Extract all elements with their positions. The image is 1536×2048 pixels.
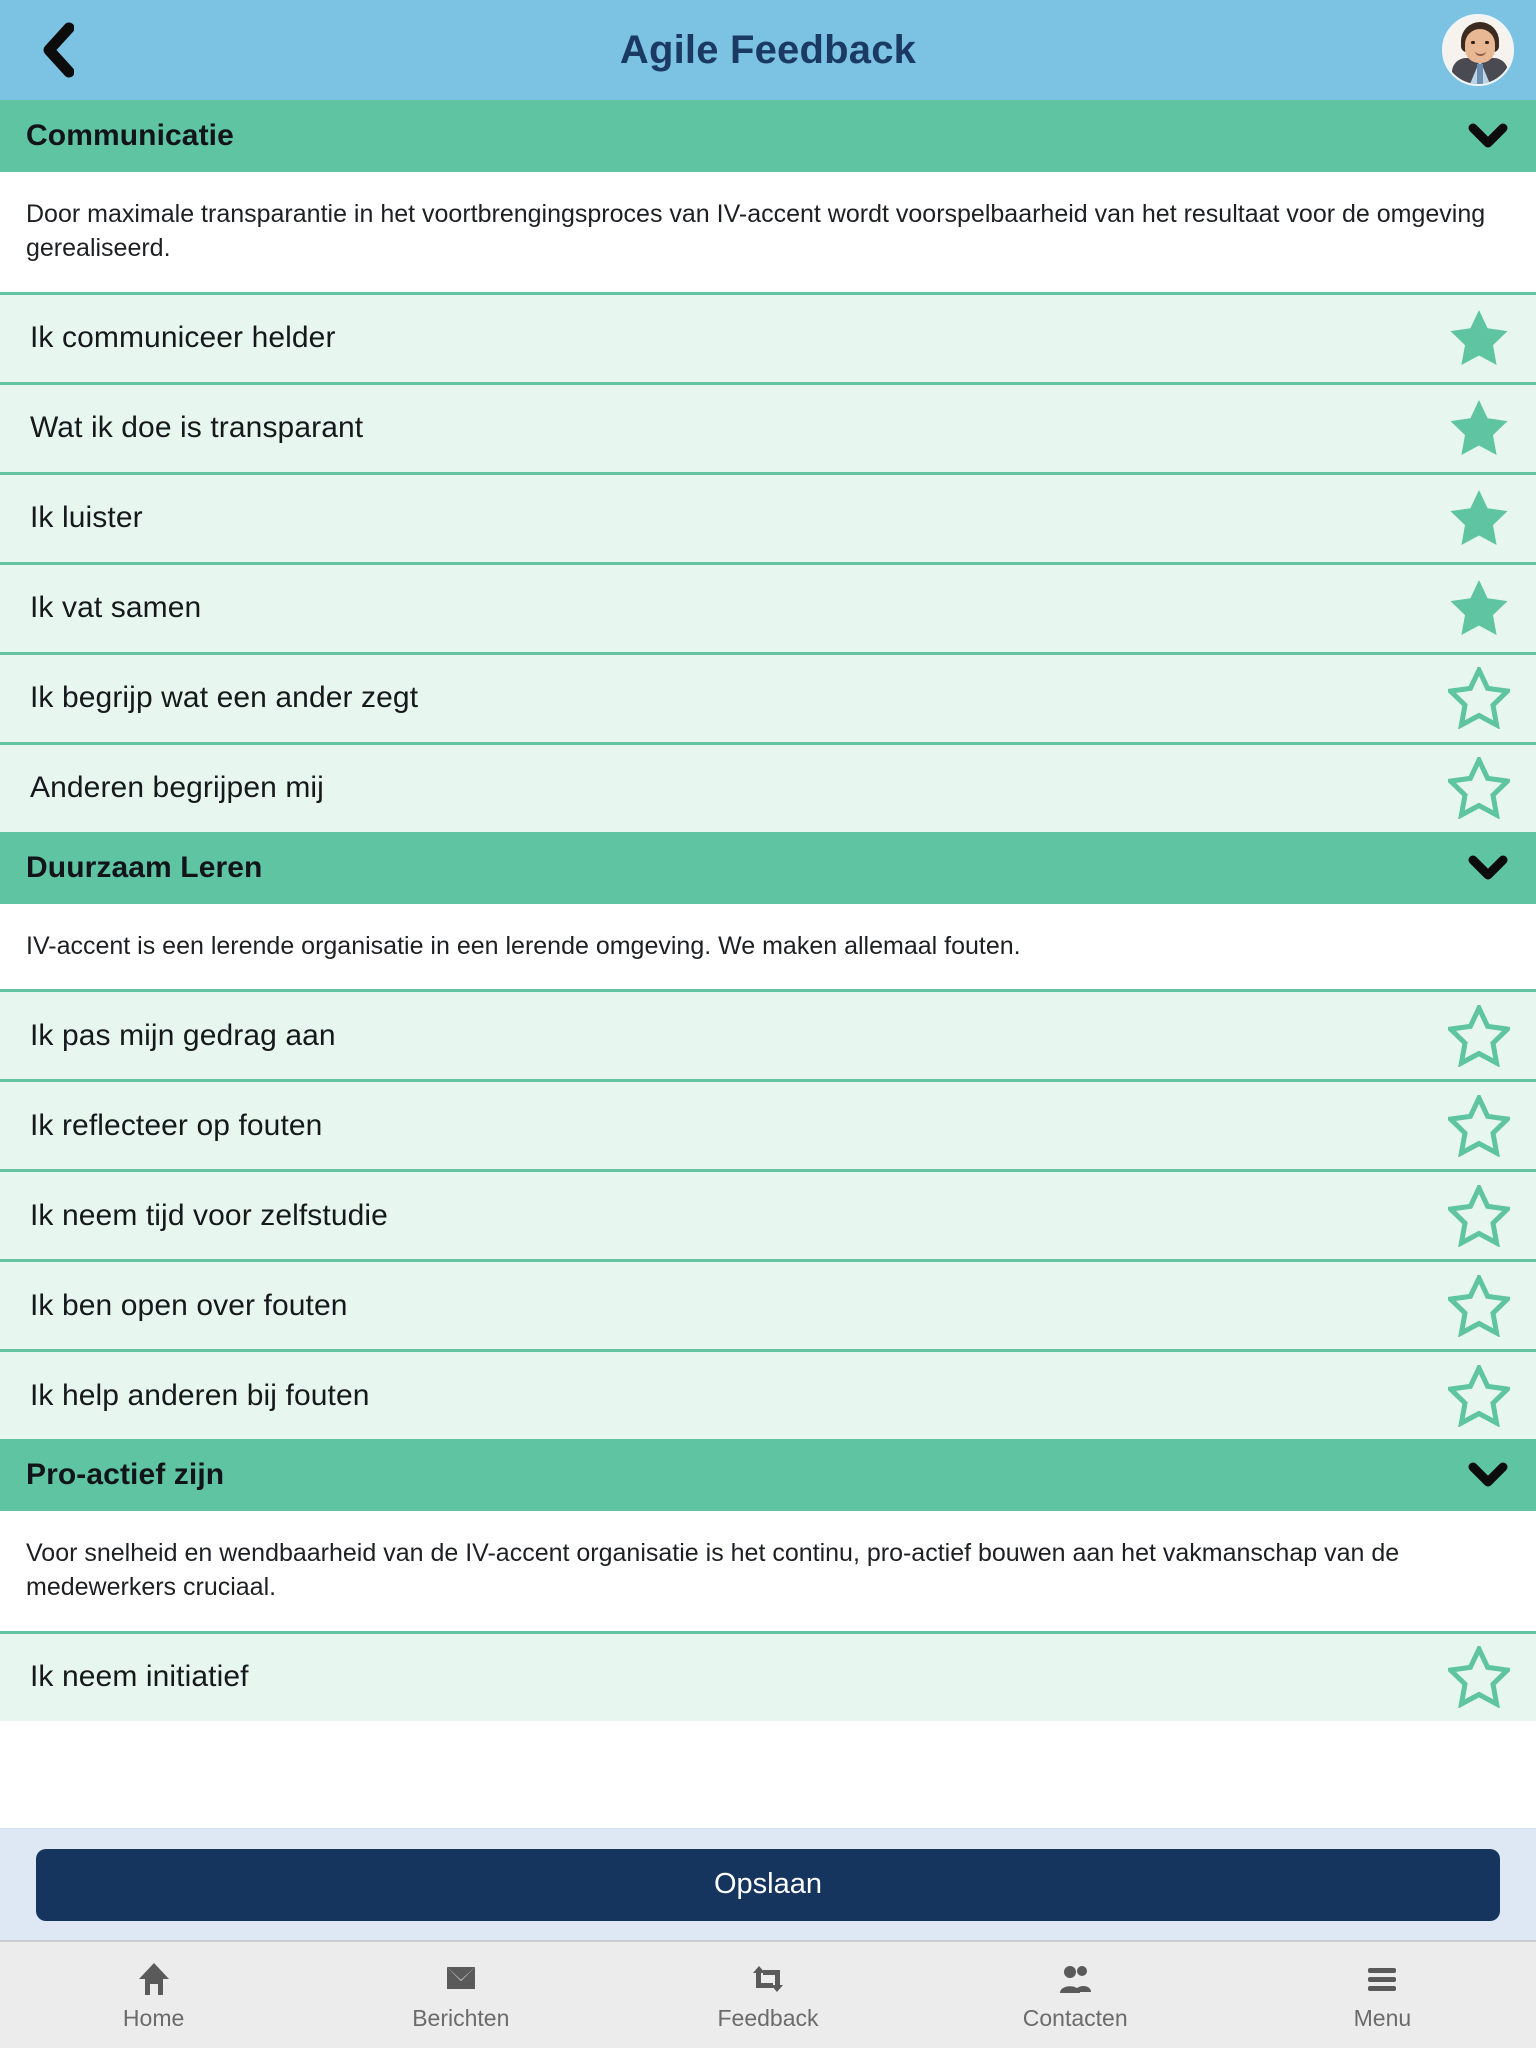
home-icon xyxy=(138,1962,169,1995)
feedback-item-row[interactable]: Ik help anderen bij fouten xyxy=(0,1349,1536,1440)
star-filled-icon xyxy=(1450,580,1508,635)
star-outline-icon xyxy=(1448,1184,1510,1247)
feedback-item-star-toggle[interactable] xyxy=(1448,1004,1510,1067)
feedback-item-label: Ik neem tijd voor zelfstudie xyxy=(30,1198,388,1232)
tab-feedback[interactable]: Feedback xyxy=(614,1942,921,2048)
star-outline-icon xyxy=(1448,757,1510,819)
chevron-down-icon xyxy=(1468,1462,1508,1487)
page-title: Agile Feedback xyxy=(619,27,917,72)
feedback-item-star-toggle[interactable] xyxy=(1448,577,1510,639)
chevron-down-icon xyxy=(1468,123,1508,148)
star-filled-icon xyxy=(1450,490,1508,545)
people-icon xyxy=(1060,1965,1092,1993)
feedback-item-label: Ik help anderen bij fouten xyxy=(30,1378,370,1412)
sections-scroll-area[interactable]: Communicatie Door maximale transparantie … xyxy=(0,100,1536,1828)
feedback-item-row[interactable]: Ik communiceer helder xyxy=(0,291,1536,382)
home-icon xyxy=(134,1959,174,1999)
avatar-eye-left xyxy=(1471,41,1475,44)
feedback-item-star-toggle[interactable] xyxy=(1448,1364,1510,1427)
chevron-down-icon xyxy=(1468,855,1508,879)
feedback-item-label: Ik vat samen xyxy=(30,591,202,624)
tab-label: Berichten xyxy=(412,2004,510,2031)
feedback-item-row[interactable]: Anderen begrijpen mij xyxy=(0,741,1536,832)
feedback-item-label: Ik neem initiatief xyxy=(30,1660,249,1694)
chevron-left-icon xyxy=(43,22,74,78)
bottom-tab-bar: Home Berichten Feedback Contacten Menu xyxy=(0,1940,1536,2048)
section-header[interactable]: Pro-actief zijn xyxy=(0,1439,1536,1512)
feedback-item-label: Ik reflecteer op fouten xyxy=(30,1108,323,1142)
avatar-tie xyxy=(1477,64,1483,84)
feedback-item-row[interactable]: Ik vat samen xyxy=(0,561,1536,652)
section-header[interactable]: Communicatie xyxy=(0,100,1536,172)
feedback-item-star-toggle[interactable] xyxy=(1448,307,1510,369)
star-outline-icon xyxy=(1448,1646,1510,1709)
feedback-item-row[interactable]: Ik begrijp wat een ander zegt xyxy=(0,651,1536,742)
feedback-item-row[interactable]: Ik luister xyxy=(0,471,1536,562)
section-toggle-chevron[interactable] xyxy=(1466,114,1510,158)
star-outline-icon xyxy=(1448,1364,1510,1427)
star-filled-icon xyxy=(1450,400,1508,455)
section-toggle-chevron[interactable] xyxy=(1466,1453,1510,1497)
section-title: Communicatie xyxy=(26,119,234,152)
feedback-item-label: Ik begrijp wat een ander zegt xyxy=(30,681,419,714)
retweet-icon xyxy=(753,1965,783,1992)
tab-label: Home xyxy=(122,2004,185,2031)
tab-label: Contacten xyxy=(1022,2004,1128,2031)
feedback-item-label: Ik ben open over fouten xyxy=(30,1288,348,1322)
section-title: Pro-actief zijn xyxy=(26,1458,225,1492)
feedback-item-star-toggle[interactable] xyxy=(1448,397,1510,459)
tab-berichten[interactable]: Berichten xyxy=(307,1942,614,2048)
feedback-item-row[interactable]: Ik pas mijn gedrag aan xyxy=(0,989,1536,1080)
star-outline-icon xyxy=(1448,1004,1510,1067)
tab-label: Feedback xyxy=(717,2004,819,2031)
feedback-item-row[interactable]: Ik neem tijd voor zelfstudie xyxy=(0,1169,1536,1260)
star-outline-icon xyxy=(1448,1094,1510,1157)
section-title: Duurzaam Leren xyxy=(26,850,263,884)
tab-menu[interactable]: Menu xyxy=(1229,1942,1536,2048)
tab-contacten[interactable]: Contacten xyxy=(922,1942,1229,2048)
feedback-item-star-toggle[interactable] xyxy=(1448,757,1510,819)
envelope-icon xyxy=(446,1966,475,1989)
save-button[interactable]: Opslaan xyxy=(36,1848,1500,1921)
feedback-item-star-toggle[interactable] xyxy=(1448,1646,1510,1709)
tab-home[interactable]: Home xyxy=(0,1942,307,2048)
section-description: Voor snelheid en wendbaarheid van de IV-… xyxy=(0,1511,1536,1631)
feedback-item-label: Ik pas mijn gedrag aan xyxy=(30,1018,336,1052)
section-header[interactable]: Duurzaam Leren xyxy=(0,831,1536,904)
feedback-item-label: Ik communiceer helder xyxy=(30,321,336,354)
star-outline-icon xyxy=(1448,1274,1510,1337)
feedback-item-label: Wat ik doe is transparant xyxy=(30,411,364,444)
app-header: Agile Feedback xyxy=(0,0,1536,100)
avatar-face xyxy=(1465,29,1495,63)
app-root: Agile Feedback Communicatie Door maximale… xyxy=(0,0,1536,2048)
feedback-item-label: Anderen begrijpen mij xyxy=(30,771,324,804)
section-description: IV-accent is een lerende organisatie in … xyxy=(0,903,1536,990)
feedback-item-label: Ik luister xyxy=(30,501,143,534)
hamburger-icon xyxy=(1362,1959,1402,1999)
feedback-item-star-toggle[interactable] xyxy=(1448,1184,1510,1247)
feedback-item-row[interactable]: Wat ik doe is transparant xyxy=(0,381,1536,472)
retweet-icon xyxy=(748,1959,788,1999)
tab-label: Menu xyxy=(1353,2004,1412,2031)
avatar[interactable] xyxy=(1442,14,1514,86)
star-outline-icon xyxy=(1448,667,1510,729)
envelope-icon xyxy=(441,1959,481,1999)
feedback-item-star-toggle[interactable] xyxy=(1448,487,1510,549)
star-filled-icon xyxy=(1450,310,1508,365)
feedback-item-star-toggle[interactable] xyxy=(1448,1274,1510,1337)
feedback-item-row[interactable]: Ik reflecteer op fouten xyxy=(0,1079,1536,1170)
section-toggle-chevron[interactable] xyxy=(1466,846,1510,890)
back-button[interactable] xyxy=(26,19,88,81)
feedback-item-row[interactable]: Ik ben open over fouten xyxy=(0,1259,1536,1350)
feedback-item-star-toggle[interactable] xyxy=(1448,1094,1510,1157)
hamburger-icon xyxy=(1368,1967,1397,1991)
feedback-item-row[interactable]: Ik neem initiatief xyxy=(0,1630,1536,1721)
section-description: Door maximale transparantie in het voort… xyxy=(0,172,1536,292)
people-icon xyxy=(1055,1959,1095,1999)
avatar-eye-right xyxy=(1485,41,1489,44)
feedback-item-star-toggle[interactable] xyxy=(1448,667,1510,729)
save-bar: Opslaan xyxy=(0,1828,1536,1940)
